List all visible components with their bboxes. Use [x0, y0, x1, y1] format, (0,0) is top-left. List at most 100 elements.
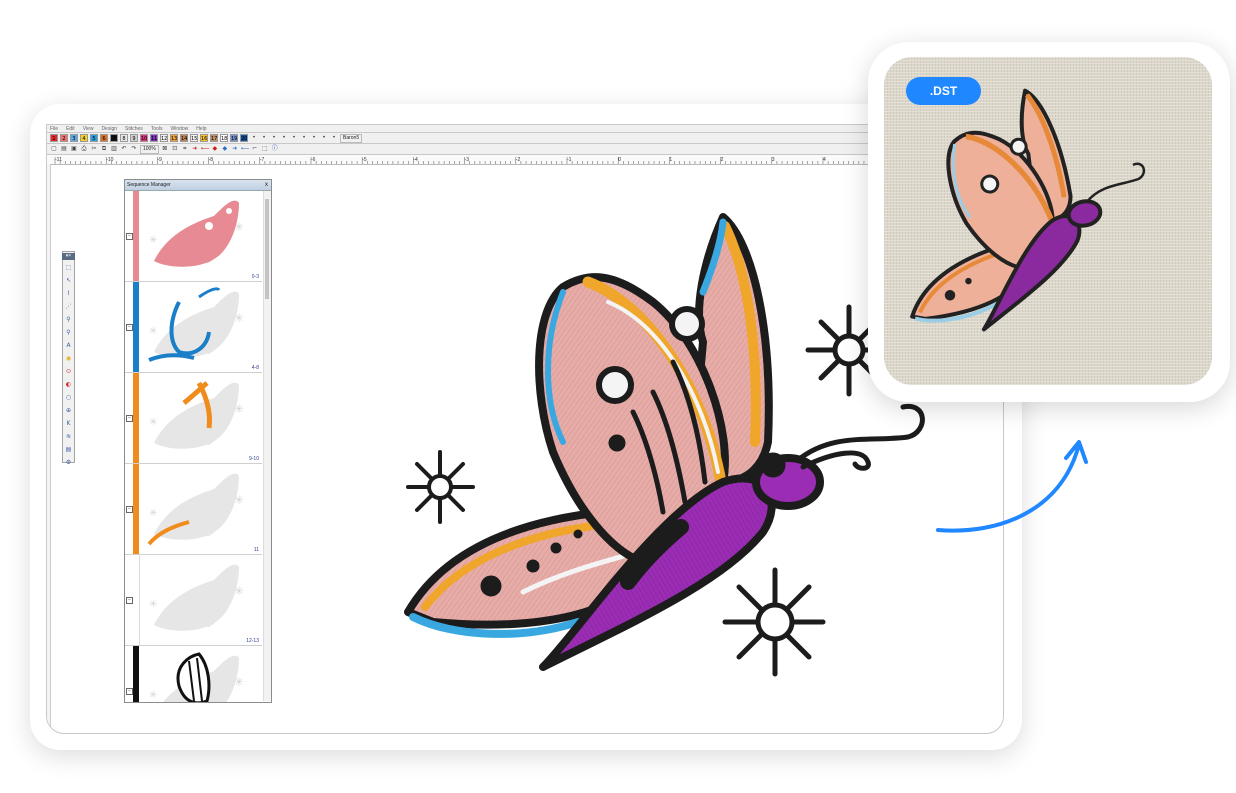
color-swatch[interactable]: 18: [220, 134, 228, 142]
zoom-box-icon[interactable]: ⊡: [171, 145, 179, 153]
home-icon[interactable]: •: [280, 134, 288, 142]
close-icon[interactable]: x: [265, 180, 268, 190]
reshape-tool-icon[interactable]: ⚲: [65, 314, 73, 325]
fill-tool-icon[interactable]: ◉: [65, 353, 73, 364]
arrow-red-icon[interactable]: ➜: [191, 145, 199, 153]
select-tool-icon[interactable]: ⬚: [65, 262, 73, 273]
menu-item[interactable]: Tools: [151, 125, 163, 133]
color-swatch[interactable]: 9: [130, 134, 138, 142]
color-swatch[interactable]: 19: [230, 134, 238, 142]
expand-toggle[interactable]: −: [126, 688, 133, 695]
sequence-item[interactable]: − ✳ ✳: [125, 646, 262, 702]
magnify-tool-icon[interactable]: ⚲: [65, 327, 73, 338]
run-stitch-icon[interactable]: ⌇: [65, 288, 73, 299]
color-swatch[interactable]: 15: [190, 134, 198, 142]
color-swatch[interactable]: 5: [90, 134, 98, 142]
tool-palette: ▾× ⬚ ↖ ⌇ ⋰ ⚲ ⚲ A ◉ ⬭ ◐ ○ ⊕ K ≋ ▤ ⚙: [62, 251, 75, 466]
arrow-blue-back-icon[interactable]: ⟵: [241, 145, 250, 153]
face-icon[interactable]: •: [290, 134, 298, 142]
standard-toolbar: ▢ ▤ ▣ ⎙ ✂ ⧉ ▥ ↶ ↷ 100% ⊠ ⊡ ⌗ ➜ ⟵ ◆ ◆ ➜ ⟵…: [47, 144, 887, 155]
sequence-item[interactable]: − ✳ ✳ 9-10: [125, 373, 262, 464]
sequence-item[interactable]: − ✳ ✳ 0-3: [125, 191, 262, 282]
grid-icon[interactable]: ⌗: [181, 145, 189, 153]
star-icon[interactable]: •: [300, 134, 308, 142]
diamond-blue-icon[interactable]: ◆: [221, 145, 229, 153]
menu-item[interactable]: Edit: [66, 125, 75, 133]
font-select[interactable]: Baron5: [340, 133, 363, 143]
color-swatch[interactable]: 13: [170, 134, 178, 142]
stitch-icon[interactable]: ⌐: [251, 145, 259, 153]
color-swatch[interactable]: 12: [160, 134, 168, 142]
pattern-tool-icon[interactable]: ▤: [65, 444, 73, 455]
paste-icon[interactable]: ▥: [110, 145, 118, 153]
scissors-icon[interactable]: •: [250, 134, 258, 142]
color-swatch[interactable]: 4: [80, 134, 88, 142]
copy-icon[interactable]: ⧉: [100, 145, 108, 153]
color-swatch[interactable]: 10: [140, 134, 148, 142]
menu-item[interactable]: View: [83, 125, 94, 133]
expand-toggle[interactable]: −: [126, 597, 133, 604]
wave-tool-icon[interactable]: ≋: [65, 431, 73, 442]
embroidery-design-butterfly[interactable]: [403, 212, 933, 692]
text-icon[interactable]: •: [320, 134, 328, 142]
anchor-icon[interactable]: •: [310, 134, 318, 142]
ruler-label: 3: [772, 157, 775, 163]
arrow-blue-icon[interactable]: ➜: [231, 145, 239, 153]
undo-icon[interactable]: ↶: [120, 145, 128, 153]
color-swatch[interactable]: 1: [50, 134, 58, 142]
scrollbar-thumb[interactable]: [265, 199, 269, 299]
color-swatch[interactable]: 7: [110, 134, 118, 142]
new-file-icon[interactable]: ▢: [50, 145, 58, 153]
menu-item[interactable]: Window: [171, 125, 189, 133]
svg-text:✳: ✳: [149, 599, 157, 610]
open-icon[interactable]: ▤: [60, 145, 68, 153]
sequence-scrollbar[interactable]: [263, 191, 271, 701]
info-icon[interactable]: ⓘ: [271, 145, 279, 153]
color-swatch[interactable]: 14: [180, 134, 188, 142]
color-swatch[interactable]: 8: [120, 134, 128, 142]
circle-tool-icon[interactable]: ○: [65, 392, 73, 403]
color-swatch[interactable]: 17: [210, 134, 218, 142]
expand-toggle[interactable]: −: [126, 415, 133, 422]
menu-item[interactable]: Stitches: [125, 125, 143, 133]
color-swatch[interactable]: 6: [100, 134, 108, 142]
diamond-red-icon[interactable]: ◆: [211, 145, 219, 153]
applique-tool-icon[interactable]: ◐: [65, 379, 73, 390]
arrow-red-back-icon[interactable]: ⟵: [201, 145, 210, 153]
expand-toggle[interactable]: −: [126, 506, 133, 513]
satin-tool-icon[interactable]: ⬭: [65, 366, 73, 377]
sequence-item[interactable]: − ✳ ✳ 11: [125, 464, 262, 555]
select-icon[interactable]: ⬚: [261, 145, 269, 153]
print-icon[interactable]: ⎙: [80, 145, 88, 153]
palette-header[interactable]: ▾×: [62, 253, 75, 260]
sequence-thumbnail: ✳ ✳: [139, 555, 261, 643]
menu-item[interactable]: Help: [196, 125, 206, 133]
sequence-item[interactable]: − ✳ ✳ 12-13: [125, 555, 262, 646]
kv-tool-icon[interactable]: K: [65, 418, 73, 429]
person-icon[interactable]: •: [330, 134, 338, 142]
color-swatch[interactable]: 20: [240, 134, 248, 142]
color-swatch[interactable]: 16: [200, 134, 208, 142]
trim-icon[interactable]: •: [270, 134, 278, 142]
expand-toggle[interactable]: −: [126, 233, 133, 240]
color-swatch[interactable]: 2: [60, 134, 68, 142]
zoom-select[interactable]: 100%: [140, 144, 159, 154]
cut-icon[interactable]: ✂: [90, 145, 98, 153]
svg-text:✳: ✳: [149, 326, 157, 337]
zoom-fit-icon[interactable]: ⊠: [161, 145, 169, 153]
text-tool-icon[interactable]: A: [65, 340, 73, 351]
menu-item[interactable]: File: [50, 125, 58, 133]
color-swatch[interactable]: 11: [150, 134, 158, 142]
gear-tool-icon[interactable]: ⚙: [65, 457, 73, 468]
ruler-label: -6: [311, 157, 316, 163]
menu-item[interactable]: Design: [101, 125, 117, 133]
pointer-tool-icon[interactable]: ↖: [65, 275, 73, 286]
redo-icon[interactable]: ↷: [130, 145, 138, 153]
expand-toggle[interactable]: −: [126, 324, 133, 331]
save-icon[interactable]: ▣: [70, 145, 78, 153]
node-tool-icon[interactable]: ⋰: [65, 301, 73, 312]
sequence-item[interactable]: − ✳ ✳ 4-8: [125, 282, 262, 373]
stop-icon[interactable]: •: [260, 134, 268, 142]
color-swatch[interactable]: 3: [70, 134, 78, 142]
zoom-tool-icon[interactable]: ⊕: [65, 405, 73, 416]
